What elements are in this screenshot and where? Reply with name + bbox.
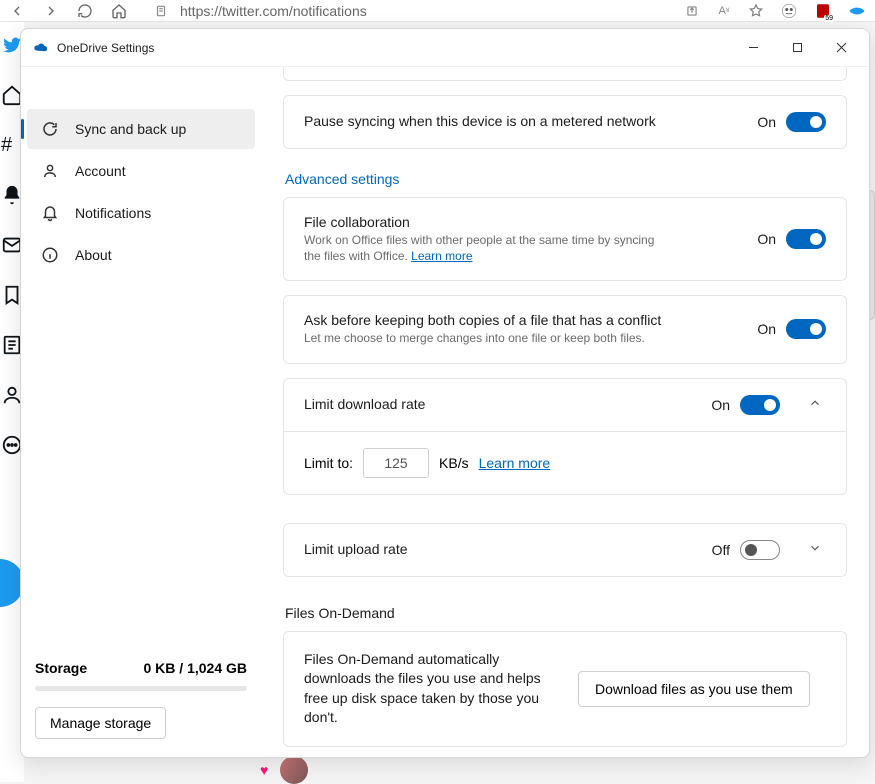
chevron-up-icon[interactable]	[808, 396, 826, 414]
download-on-demand-button[interactable]: Download files as you use them	[578, 671, 810, 707]
limit-upload-card: Limit upload rate Off	[283, 523, 847, 577]
file-collab-learn-more[interactable]: Learn more	[411, 249, 472, 263]
browser-toolbar: https://twitter.com/notifications A४ 59	[0, 0, 875, 22]
storage-used: 0 KB / 1,024 GB	[144, 660, 248, 676]
file-collab-toggle[interactable]	[786, 229, 826, 249]
sidebar-item-label: Account	[75, 163, 126, 179]
back-icon[interactable]	[8, 2, 26, 20]
chevron-down-icon[interactable]	[808, 541, 826, 559]
files-on-demand-card: Files On-Demand automatically downloads …	[283, 631, 847, 747]
toggle-state: On	[748, 114, 776, 130]
info-icon	[41, 246, 59, 264]
forward-icon[interactable]	[42, 2, 60, 20]
conflict-sub: Let me choose to merge changes into one …	[304, 330, 664, 346]
url-text: https://twitter.com/notifications	[180, 3, 367, 19]
onedrive-icon	[33, 40, 49, 56]
window-title: OneDrive Settings	[57, 41, 731, 55]
share-icon[interactable]	[683, 2, 701, 20]
background-content: ♥	[260, 758, 308, 782]
home-icon[interactable]	[110, 2, 128, 20]
address-bar[interactable]: https://twitter.com/notifications	[152, 2, 667, 20]
files-on-demand-header: Files On-Demand	[285, 605, 847, 621]
toggle-state: On	[748, 231, 776, 247]
sync-icon	[41, 120, 59, 138]
pause-metered-toggle[interactable]	[786, 112, 826, 132]
storage-label: Storage	[35, 660, 87, 676]
card-fragment	[283, 67, 847, 81]
maximize-button[interactable]	[775, 32, 819, 64]
extension-icon-2[interactable]: 59	[813, 1, 833, 21]
toggle-state: Off	[702, 542, 730, 558]
file-collab-title: File collaboration	[304, 214, 732, 230]
pause-metered-card: Pause syncing when this device is on a m…	[283, 95, 847, 149]
storage-section: Storage 0 KB / 1,024 GB Manage storage	[21, 660, 261, 757]
reload-icon[interactable]	[76, 2, 94, 20]
limit-download-input[interactable]	[363, 448, 429, 478]
titlebar: OneDrive Settings	[21, 29, 869, 67]
manage-storage-button[interactable]: Manage storage	[35, 707, 166, 739]
minimize-button[interactable]	[731, 32, 775, 64]
storage-progress	[35, 686, 247, 691]
limit-download-card: Limit download rate On	[283, 378, 847, 431]
sidebar-item-account[interactable]: Account	[27, 151, 255, 191]
files-on-demand-text: Files On-Demand automatically downloads …	[304, 650, 554, 728]
close-button[interactable]	[819, 32, 863, 64]
onedrive-settings-window: OneDrive Settings Sync and back up Accou…	[20, 28, 870, 758]
sidebar-item-notifications[interactable]: Notifications	[27, 193, 255, 233]
limit-download-learn-more[interactable]: Learn more	[479, 455, 551, 471]
account-icon	[41, 162, 59, 180]
pause-metered-label: Pause syncing when this device is on a m…	[304, 113, 732, 129]
limit-download-title: Limit download rate	[304, 396, 686, 412]
limit-to-label: Limit to:	[304, 455, 353, 471]
sidebar: Sync and back up Account Notifications A…	[21, 67, 261, 757]
file-collab-sub: Work on Office files with other people a…	[304, 232, 664, 264]
text-size-icon[interactable]: A४	[715, 2, 733, 20]
extension-icon-1[interactable]	[779, 1, 799, 21]
avatar	[280, 756, 308, 784]
favorite-icon[interactable]	[747, 2, 765, 20]
limit-download-detail: Limit to: KB/s Learn more	[283, 431, 847, 495]
extension-icon-3[interactable]	[847, 1, 867, 21]
advanced-settings-header: Advanced settings	[285, 171, 847, 187]
heart-icon: ♥	[260, 762, 268, 778]
limit-unit: KB/s	[439, 455, 469, 471]
toggle-state: On	[748, 321, 776, 337]
sidebar-item-label: Sync and back up	[75, 121, 186, 137]
conflict-card: Ask before keeping both copies of a file…	[283, 295, 847, 363]
limit-upload-title: Limit upload rate	[304, 541, 686, 557]
limit-upload-toggle[interactable]	[740, 540, 780, 560]
sidebar-item-label: About	[75, 247, 112, 263]
file-collab-card: File collaboration Work on Office files …	[283, 197, 847, 281]
settings-main: Pause syncing when this device is on a m…	[261, 67, 869, 757]
toggle-state: On	[702, 397, 730, 413]
sidebar-item-about[interactable]: About	[27, 235, 255, 275]
conflict-title: Ask before keeping both copies of a file…	[304, 312, 732, 328]
bell-icon	[41, 204, 59, 222]
conflict-toggle[interactable]	[786, 319, 826, 339]
sidebar-item-label: Notifications	[75, 205, 151, 221]
sidebar-item-sync[interactable]: Sync and back up	[27, 109, 255, 149]
limit-download-toggle[interactable]	[740, 395, 780, 415]
